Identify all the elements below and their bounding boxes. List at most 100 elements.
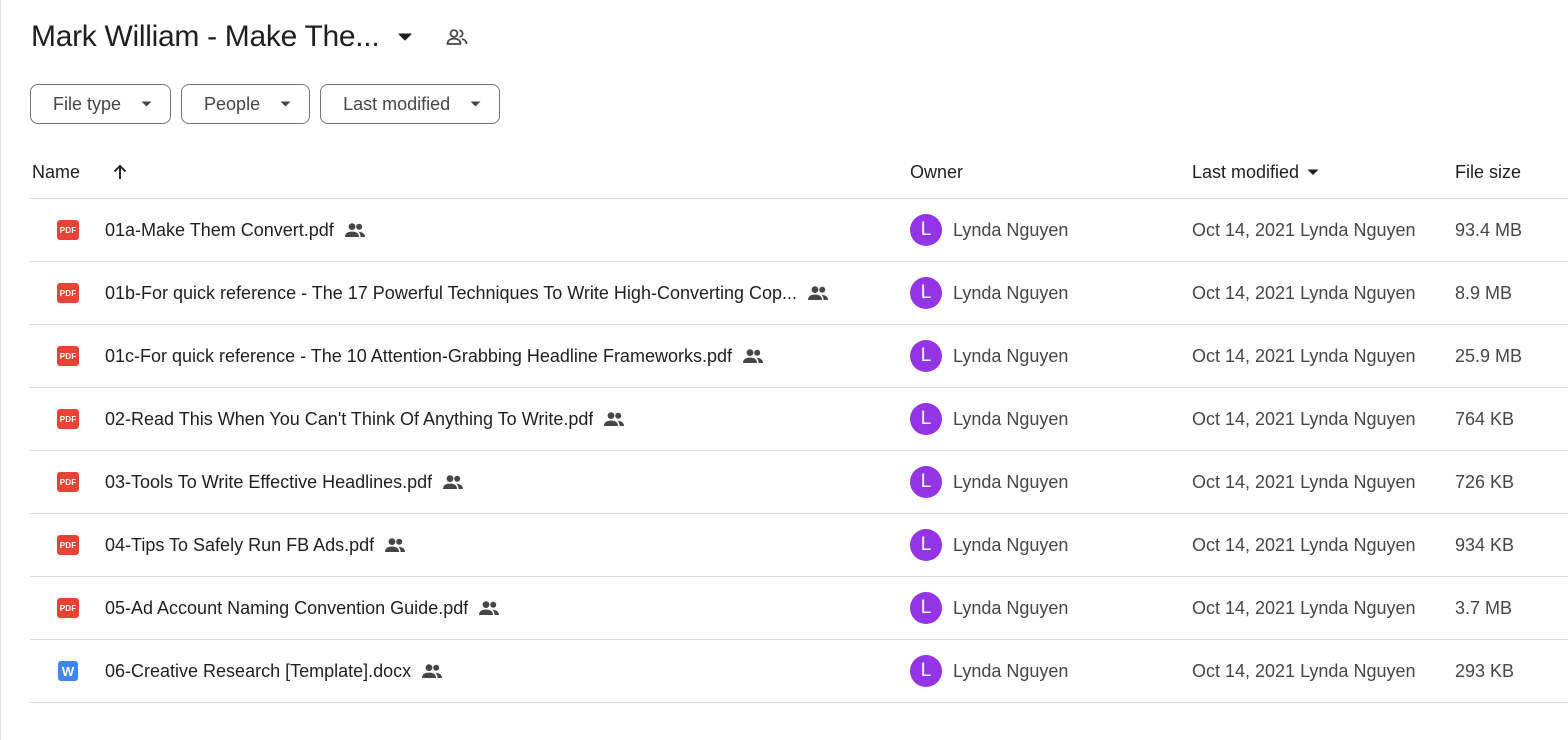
owner-name: Lynda Nguyen [953, 660, 1069, 681]
filter-chips: File type People Last modified [30, 84, 501, 124]
file-name: 06-Creative Research [Template].docx [105, 660, 412, 681]
pdf-file-icon: PDF [56, 577, 80, 639]
file-name-cell[interactable]: 01c-For quick reference - The 10 Attenti… [105, 325, 895, 387]
word-doc-icon: W [56, 640, 80, 702]
last-modified-cell: Oct 14, 2021 Lynda Nguyen [1192, 471, 1416, 492]
owner-cell: L Lynda Nguyen [910, 325, 1068, 387]
last-modified-cell: Oct 14, 2021 Lynda Nguyen [1192, 282, 1416, 303]
filter-chip-file-type[interactable]: File type [30, 84, 172, 124]
file-size-cell: 93.4 MB [1455, 219, 1523, 240]
owner-cell: L Lynda Nguyen [910, 199, 1068, 261]
file-row[interactable]: PDF 04-Tips To Safely Run FB Ads.pdf L Lynd… [30, 514, 1568, 577]
arrow-up-icon[interactable] [108, 146, 132, 198]
owner-cell: L Lynda Nguyen [910, 514, 1068, 576]
file-row[interactable]: PDF 05-Ad Account Naming Convention Guide… [30, 577, 1568, 640]
column-header-owner[interactable]: Owner [910, 146, 963, 198]
owner-cell: L Lynda Nguyen [910, 388, 1068, 450]
shared-people-icon [742, 348, 764, 364]
file-name-cell[interactable]: 01a-Make Them Convert.pdf [105, 199, 895, 261]
column-header-last-modified[interactable]: Last modified [1192, 146, 1319, 198]
caret-down-icon[interactable] [393, 25, 417, 49]
file-size-cell: 25.9 MB [1455, 345, 1523, 366]
shared-people-icon [442, 474, 464, 490]
file-name-cell[interactable]: 04-Tips To Safely Run FB Ads.pdf [105, 514, 895, 576]
owner-name: Lynda Nguyen [953, 345, 1069, 366]
shared-people-icon [807, 285, 829, 301]
file-name-cell[interactable]: 05-Ad Account Naming Convention Guide.pd… [105, 577, 895, 639]
column-header-file-size[interactable]: File size [1455, 146, 1521, 198]
column-header-last-modified-label: Last modified [1192, 161, 1300, 182]
owner-name: Lynda Nguyen [953, 408, 1069, 429]
file-size-cell: 3.7 MB [1455, 597, 1513, 618]
owner-cell: L Lynda Nguyen [910, 640, 1068, 702]
file-name-cell[interactable]: 03-Tools To Write Effective Headlines.pd… [105, 451, 895, 513]
file-name: 01a-Make Them Convert.pdf [105, 219, 334, 240]
file-row[interactable]: PDF 01c-For quick reference - The 10 Atte… [30, 325, 1568, 388]
caret-down-icon [470, 101, 481, 107]
file-size-cell: 8.9 MB [1455, 282, 1513, 303]
avatar: L [910, 466, 942, 498]
drive-folder-view: Mark William - Make The... File type Peop… [0, 0, 1568, 740]
owner-name: Lynda Nguyen [953, 471, 1069, 492]
file-type-badge: W [58, 661, 78, 681]
folder-title[interactable]: Mark William - Make The... [31, 20, 380, 54]
shared-people-icon [478, 600, 500, 616]
filter-chip-label: People [204, 93, 261, 114]
last-modified-cell: Oct 14, 2021 Lynda Nguyen [1192, 597, 1416, 618]
avatar: L [910, 214, 942, 246]
avatar: L [910, 592, 942, 624]
filter-chip-label: Last modified [343, 93, 451, 114]
owner-name: Lynda Nguyen [953, 597, 1069, 618]
caret-down-icon [280, 101, 291, 107]
last-modified-cell: Oct 14, 2021 Lynda Nguyen [1192, 660, 1416, 681]
file-row[interactable]: PDF 01b-For quick reference - The 17 Powe… [30, 262, 1568, 325]
avatar: L [910, 340, 942, 372]
owner-name: Lynda Nguyen [953, 282, 1069, 303]
avatar: L [910, 529, 942, 561]
file-type-badge: PDF [57, 598, 79, 618]
file-type-badge: PDF [57, 283, 79, 303]
file-row[interactable]: W 06-Creative Research [Template].docx L Ly… [30, 640, 1568, 703]
file-size-cell: 726 KB [1455, 471, 1515, 492]
file-size-cell: 764 KB [1455, 408, 1515, 429]
owner-name: Lynda Nguyen [953, 219, 1069, 240]
owner-cell: L Lynda Nguyen [910, 451, 1068, 513]
file-name-cell[interactable]: 01b-For quick reference - The 17 Powerfu… [105, 262, 895, 324]
file-type-badge: PDF [57, 220, 79, 240]
owner-cell: L Lynda Nguyen [910, 262, 1068, 324]
last-modified-cell: Oct 14, 2021 Lynda Nguyen [1192, 219, 1416, 240]
last-modified-cell: Oct 14, 2021 Lynda Nguyen [1192, 345, 1416, 366]
column-header-name[interactable]: Name [32, 146, 80, 198]
file-list: Name Owner Last modified File size PDF 01… [30, 146, 1568, 703]
owner-name: Lynda Nguyen [953, 534, 1069, 555]
caret-down-icon [1307, 169, 1319, 176]
file-name: 01c-For quick reference - The 10 Attenti… [105, 345, 732, 366]
file-name: 04-Tips To Safely Run FB Ads.pdf [105, 534, 375, 555]
shared-people-icon [384, 537, 406, 553]
file-row[interactable]: PDF 02-Read This When You Can't Think Of … [30, 388, 1568, 451]
shared-people-icon [344, 222, 366, 238]
file-name: 03-Tools To Write Effective Headlines.pd… [105, 471, 433, 492]
file-row[interactable]: PDF 03-Tools To Write Effective Headlines… [30, 451, 1568, 514]
filter-chip-last-modified[interactable]: Last modified [320, 84, 501, 124]
file-row[interactable]: PDF 01a-Make Them Convert.pdf L Lynda Nguye… [30, 199, 1568, 262]
file-name-cell[interactable]: 06-Creative Research [Template].docx [105, 640, 895, 702]
last-modified-cell: Oct 14, 2021 Lynda Nguyen [1192, 408, 1416, 429]
file-name: 02-Read This When You Can't Think Of Any… [105, 408, 594, 429]
caret-down-icon [141, 101, 152, 107]
file-type-badge: PDF [57, 346, 79, 366]
avatar: L [910, 655, 942, 687]
people-outline-icon[interactable] [443, 23, 471, 51]
file-type-badge: PDF [57, 472, 79, 492]
filter-chip-people[interactable]: People [181, 84, 311, 124]
filter-chip-label: File type [53, 93, 122, 114]
pdf-file-icon: PDF [56, 451, 80, 513]
pdf-file-icon: PDF [56, 262, 80, 324]
file-type-badge: PDF [57, 409, 79, 429]
avatar: L [910, 277, 942, 309]
avatar: L [910, 403, 942, 435]
file-name-cell[interactable]: 02-Read This When You Can't Think Of Any… [105, 388, 895, 450]
pdf-file-icon: PDF [56, 325, 80, 387]
pdf-file-icon: PDF [56, 388, 80, 450]
file-size-cell: 293 KB [1455, 660, 1515, 681]
